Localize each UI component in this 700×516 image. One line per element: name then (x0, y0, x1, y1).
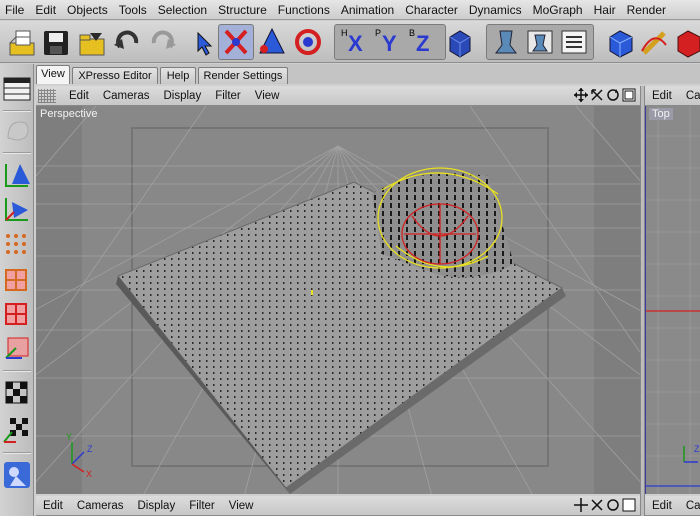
zoom-view-icon[interactable] (590, 88, 604, 102)
y-axis-lock-icon[interactable]: PY (372, 25, 406, 59)
axis-label-y: Y (66, 432, 72, 442)
redo-icon[interactable] (146, 25, 178, 59)
top-viewport[interactable]: Z Top (645, 106, 700, 494)
svg-text:Z: Z (416, 31, 429, 56)
layout-icon[interactable] (2, 74, 32, 104)
bottom-view-menu-cameras[interactable]: Cameras (70, 500, 131, 512)
spline-pen-icon[interactable] (638, 25, 670, 59)
perspective-view-menu: Edit Cameras Display Filter View (36, 86, 640, 106)
bottom-view-menu-view[interactable]: View (222, 500, 261, 512)
save-icon[interactable] (40, 25, 72, 59)
bottom-zoom-view-icon[interactable] (590, 498, 604, 512)
bottom-view-menu-edit[interactable]: Edit (36, 500, 70, 512)
move-tool-icon[interactable] (220, 25, 252, 59)
texture-axis-icon[interactable] (2, 414, 32, 444)
left-tool-palette (0, 64, 34, 516)
bottom-view-menu: Edit Cameras Display Filter View (36, 496, 640, 516)
top-view-menu-cameras[interactable]: Ca (679, 90, 700, 102)
use-edges-tool-icon[interactable] (2, 264, 32, 294)
menu-tools[interactable]: Tools (114, 0, 153, 19)
view-menu-view[interactable]: View (248, 90, 287, 102)
view-menu-display[interactable]: Display (156, 90, 208, 102)
axis-label-z: Z (87, 444, 93, 454)
perspective-scene: Y Z X (36, 106, 640, 494)
workplane-icon[interactable] (2, 460, 32, 490)
viewport-label-perspective: Perspective (40, 108, 98, 120)
rotate-view-icon[interactable] (606, 88, 620, 102)
menu-bar: File Edit Objects Tools Selection Structure Fu… (0, 0, 700, 20)
svg-text:X: X (348, 31, 363, 56)
menu-file[interactable]: File (0, 0, 30, 19)
viewport-label-top: Top (649, 108, 673, 120)
menu-objects[interactable]: Objects (62, 0, 114, 19)
open-project-icon[interactable] (6, 25, 38, 59)
bottom-right-view-menu-cameras[interactable]: Ca (679, 500, 700, 512)
coordinate-system-icon[interactable] (444, 25, 476, 59)
knife-disabled-icon[interactable] (2, 116, 32, 146)
top-axis-label-z: Z (694, 444, 700, 454)
use-object-tool-icon[interactable] (2, 160, 32, 190)
top-view-menu: Edit Ca (645, 86, 700, 106)
texture-tool-icon[interactable] (2, 378, 32, 408)
svg-text:Y: Y (382, 31, 397, 56)
render-view-icon[interactable] (490, 25, 522, 59)
cube-object-icon[interactable] (604, 25, 636, 59)
rotate-tool-icon[interactable] (292, 25, 324, 59)
menu-mograph[interactable]: MoGraph (528, 0, 589, 19)
menu-selection[interactable]: Selection (153, 0, 213, 19)
open-folder-icon[interactable] (76, 25, 108, 59)
x-axis-lock-icon[interactable]: HX (338, 25, 372, 59)
tab-help[interactable]: Help (160, 67, 196, 84)
svg-text:P: P (375, 28, 381, 38)
svg-text:B: B (409, 28, 415, 38)
menu-structure[interactable]: Structure (213, 0, 273, 19)
grip-handle[interactable] (38, 88, 56, 103)
top-view-menu-edit[interactable]: Edit (645, 90, 679, 102)
menu-dynamics[interactable]: Dynamics (464, 0, 528, 19)
use-model-tool-icon[interactable] (2, 194, 32, 224)
texture-axis-tool-icon[interactable] (2, 332, 32, 362)
menu-hair[interactable]: Hair (589, 0, 622, 19)
bottom-view-menu-filter[interactable]: Filter (182, 500, 222, 512)
scale-tool-icon[interactable] (256, 25, 288, 59)
perspective-viewport[interactable]: Y Z X Perspective (36, 106, 640, 494)
menu-edit[interactable]: Edit (30, 0, 62, 19)
menu-character[interactable]: Character (400, 0, 464, 19)
pan-view-icon[interactable] (574, 88, 588, 102)
nurbs-icon[interactable] (672, 25, 700, 59)
tab-view[interactable]: View (36, 65, 70, 84)
maximize-view-icon[interactable] (622, 88, 636, 102)
bottom-maximize-view-icon[interactable] (622, 498, 636, 512)
render-picture-viewer-icon[interactable] (524, 25, 556, 59)
bottom-right-view-menu: Edit Ca (645, 496, 700, 516)
tab-xpresso-editor[interactable]: XPresso Editor (72, 67, 158, 84)
axis-label-x: X (86, 469, 92, 479)
menu-render[interactable]: Render (622, 0, 672, 19)
editor-tabs: View XPresso Editor Help Render Settings (34, 64, 700, 84)
bottom-pan-view-icon[interactable] (574, 498, 588, 512)
bottom-view-menu-display[interactable]: Display (130, 500, 182, 512)
z-axis-lock-icon[interactable]: BZ (406, 25, 440, 59)
select-arrow-icon[interactable] (188, 25, 220, 59)
bottom-right-view-menu-edit[interactable]: Edit (645, 500, 679, 512)
view-menu-edit[interactable]: Edit (62, 90, 96, 102)
view-menu-filter[interactable]: Filter (208, 90, 248, 102)
toolbar: HX PY BZ (0, 21, 700, 63)
menu-functions[interactable]: Functions (273, 0, 336, 19)
menu-animation[interactable]: Animation (336, 0, 400, 19)
svg-text:H: H (341, 28, 348, 38)
use-polygons-tool-icon[interactable] (2, 298, 32, 328)
render-settings-icon[interactable] (558, 25, 590, 59)
top-scene: Z (646, 106, 700, 494)
use-points-tool-icon[interactable] (2, 230, 32, 260)
tab-render-settings[interactable]: Render Settings (198, 67, 288, 84)
undo-icon[interactable] (112, 25, 144, 59)
view-menu-cameras[interactable]: Cameras (96, 90, 157, 102)
bottom-rotate-view-icon[interactable] (606, 498, 620, 512)
